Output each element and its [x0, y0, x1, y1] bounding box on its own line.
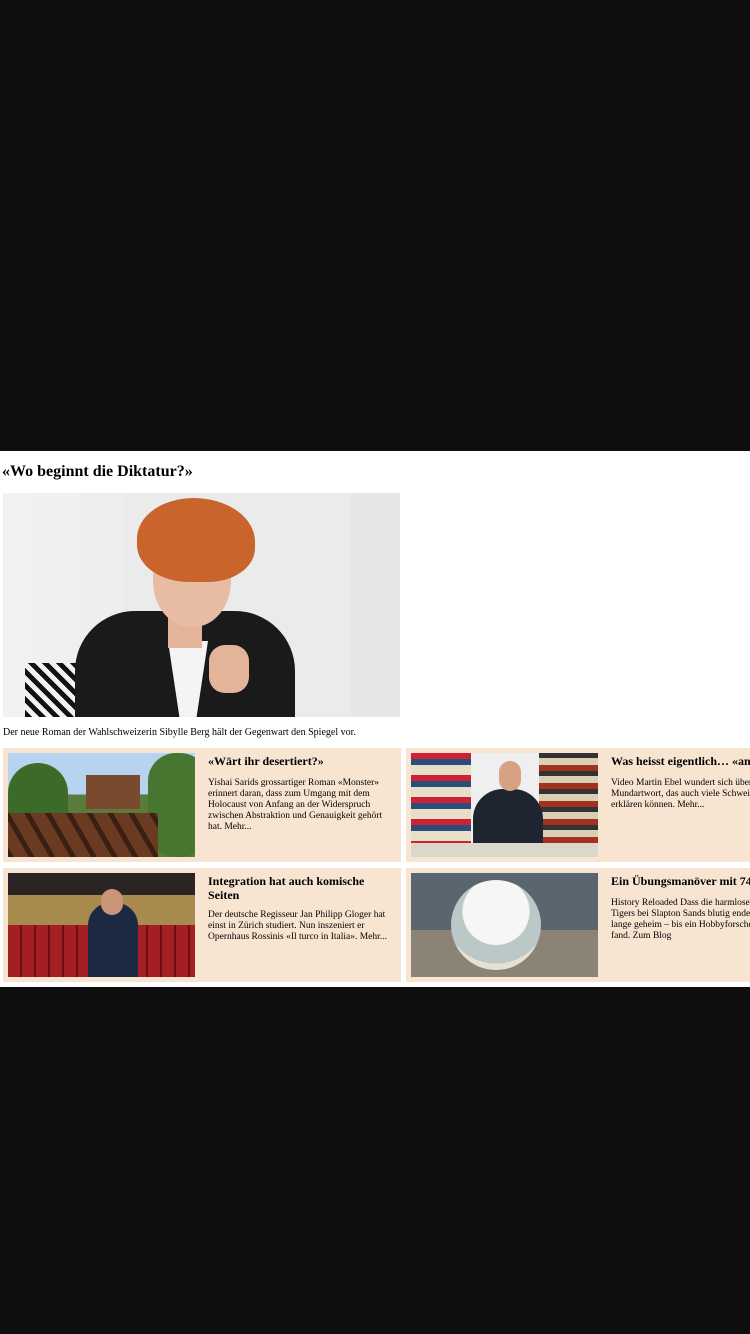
teaser-text: Der deutsche Regisseur Jan Philipp Gloge…	[208, 910, 387, 942]
hero-image[interactable]	[3, 493, 400, 717]
teaser-title[interactable]: Ein Übungsmanöver mit 749	[611, 874, 750, 888]
article-headline[interactable]: «Wo beginnt die Diktatur?»	[2, 462, 193, 482]
teaser-card[interactable]: Ein Übungsmanöver mit 749 History Reload…	[406, 868, 750, 982]
teaser-text: Video Martin Ebel wundert sich über Mund…	[611, 778, 750, 810]
teaser-card[interactable]: Integration hat auch komische Seiten Der…	[3, 868, 401, 982]
teaser-thumbnail[interactable]	[411, 873, 598, 977]
thumb-bookshelf	[411, 753, 471, 843]
thumb-bridge	[8, 813, 158, 857]
thumb-wagon	[86, 775, 140, 809]
thumb-bookshelf	[539, 753, 598, 843]
teaser-title[interactable]: Was heisst eigentlich… «an	[611, 754, 750, 768]
teaser-thumbnail[interactable]	[8, 873, 195, 977]
teaser-card[interactable]: Was heisst eigentlich… «an Video Martin …	[406, 748, 750, 862]
teaser-text: Yishai Sarids grossartiger Roman «Monste…	[208, 778, 383, 832]
teaser-thumbnail[interactable]	[411, 753, 598, 857]
hero-hand	[209, 645, 249, 693]
thumb-circle	[451, 880, 541, 970]
teaser-card[interactable]: «Wärt ihr desertiert?» Yishai Sarids gro…	[3, 748, 401, 862]
thumb-desk	[411, 843, 598, 857]
teaser-thumbnail[interactable]	[8, 753, 195, 857]
teaser-text: History Reloaded Dass die harmlose Tiger…	[611, 898, 750, 941]
thumb-head	[499, 761, 521, 791]
hero-caption: Der neue Roman der Wahlschweizerin Sibyl…	[3, 727, 356, 738]
hero-hair	[137, 498, 255, 582]
teaser-title[interactable]: Integration hat auch komische Seiten	[208, 874, 393, 902]
article-section: «Wo beginnt die Diktatur?» Der neue Roma…	[0, 451, 750, 987]
thumb-head	[101, 889, 123, 915]
thumb-person	[473, 789, 543, 849]
hero-wall	[351, 493, 400, 717]
